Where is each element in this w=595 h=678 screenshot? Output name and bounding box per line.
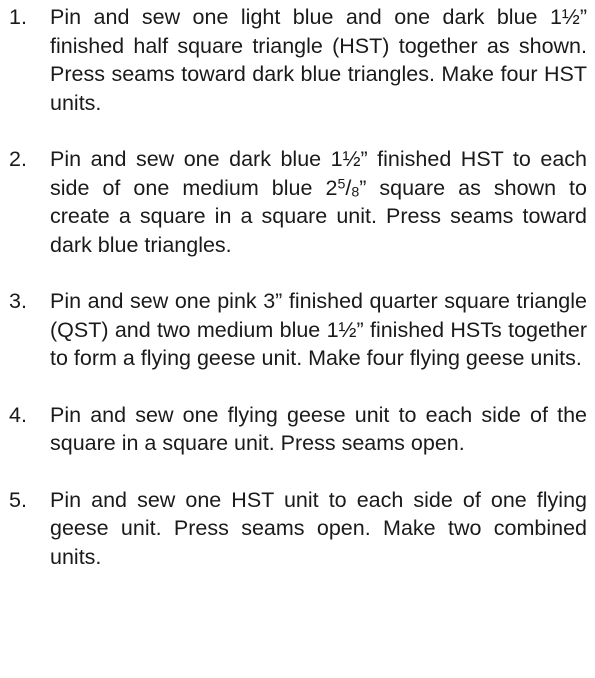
step-3: 3. Pin and sew one pink 3” finished quar…	[9, 287, 587, 373]
step-1: 1. Pin and sew one light blue and one da…	[9, 3, 587, 117]
step-text: Pin and sew one dark blue 1½” finished H…	[50, 145, 587, 259]
step-text: Pin and sew one flying geese unit to eac…	[50, 402, 587, 456]
step-number: 2.	[9, 147, 27, 171]
step-5: 5. Pin and sew one HST unit to each side…	[9, 486, 587, 572]
step-number: 3.	[9, 289, 27, 313]
step-text: Pin and sew one pink 3” finished quarter…	[50, 289, 587, 370]
instruction-steps-list: 1. Pin and sew one light blue and one da…	[9, 3, 587, 571]
step-2: 2. Pin and sew one dark blue 1½” finishe…	[9, 145, 587, 259]
step-number: 1.	[9, 5, 27, 29]
step-number: 5.	[9, 487, 27, 512]
step-text: Pin and sew one HST unit to each side of…	[50, 487, 587, 569]
step-text: Pin and sew one light blue and one dark …	[50, 5, 587, 115]
step-number: 4.	[9, 402, 27, 427]
step-4: 4. Pin and sew one flying geese unit to …	[9, 401, 587, 458]
